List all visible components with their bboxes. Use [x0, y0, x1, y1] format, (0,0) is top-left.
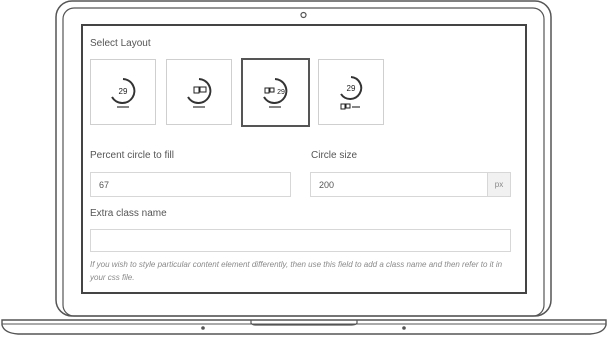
percent-label: Percent circle to fill [90, 150, 174, 161]
circle-size-unit: px [487, 172, 511, 197]
circle-number-preview-icon: 29 [111, 78, 136, 108]
extra-class-input[interactable] [90, 229, 511, 252]
layout-option-circle-icon-number[interactable]: 29 [241, 58, 310, 127]
circle-size-input[interactable]: 200 [310, 172, 488, 197]
select-layout-label: Select Layout [90, 38, 151, 49]
layout-option-circle-icon[interactable] [166, 59, 232, 125]
layout-number: 29 [347, 84, 356, 93]
help-text: If you wish to style particular content … [90, 260, 503, 282]
circle-icon-preview-icon [187, 78, 212, 108]
circle-size-label: Circle size [311, 150, 358, 161]
layout-number: 29 [277, 89, 285, 96]
circle-icon-number-preview-icon: 29 [263, 78, 288, 108]
layout-option-circle-number[interactable]: 29 [90, 59, 156, 125]
circle-number-icon-below-preview-icon: 29 [340, 76, 363, 110]
extra-class-label: Extra class name [90, 208, 167, 219]
percent-input[interactable]: 67 [90, 172, 291, 197]
layout-option-circle-number-icon-below[interactable]: 29 [318, 59, 384, 125]
layout-number: 29 [119, 87, 128, 96]
